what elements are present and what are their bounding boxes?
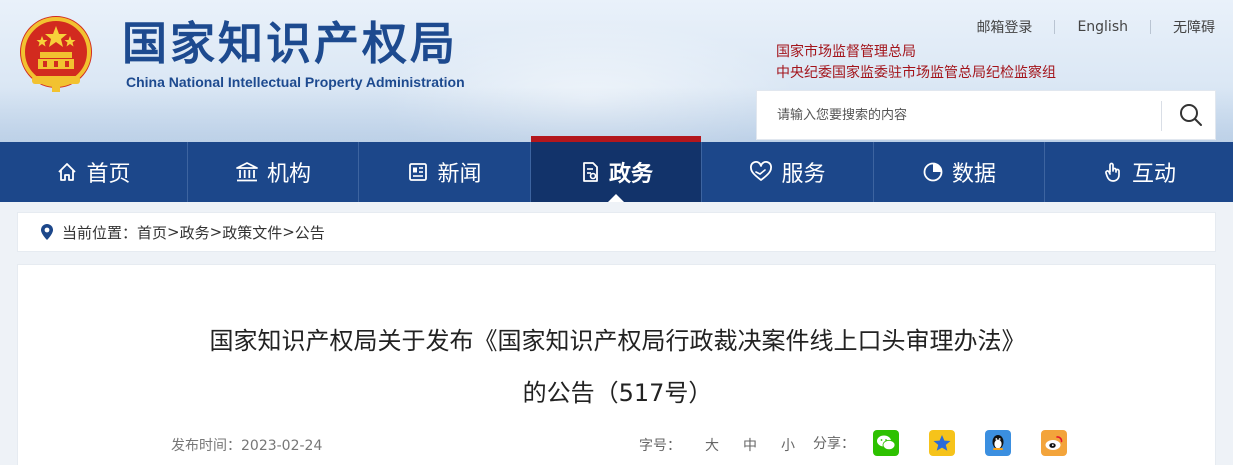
breadcrumb-separator: > (209, 223, 223, 241)
article-container: 国家知识产权局关于发布《国家知识产权局行政裁决案件线上口头审理办法》 的公告（5… (17, 264, 1216, 465)
breadcrumb-announcement[interactable]: 公告 (295, 222, 325, 243)
nav-item-label: 服务 (781, 162, 826, 187)
nav-item-home[interactable]: 首页 (0, 142, 188, 202)
search-button[interactable] (1167, 91, 1215, 139)
nav-item-government-affairs[interactable]: 政务 (531, 136, 702, 202)
font-size-controls: 字号： 大 中 小 (639, 435, 795, 455)
org-link-samr[interactable]: 国家市场监督管理总局 (776, 41, 916, 61)
publish-date: 发布时间：2023-02-24 (171, 435, 322, 455)
breadcrumb-prefix: 当前位置： (62, 223, 138, 242)
divider (1161, 101, 1162, 131)
search-input[interactable] (757, 91, 1157, 139)
government-affairs-icon (583, 162, 598, 182)
nav-item-label: 机构 (266, 162, 311, 187)
site-header: 国家知识产权局 China National Intellectual Prop… (0, 0, 1233, 142)
article-title-line1: 国家知识产权局关于发布《国家知识产权局行政裁决案件线上口头审理办法》 (209, 327, 1026, 355)
divider (1054, 20, 1056, 34)
weibo-share-button[interactable] (1041, 430, 1067, 456)
nav-item-interaction[interactable]: 互动 (1045, 142, 1233, 202)
divider (1150, 20, 1151, 34)
service-icon (750, 161, 773, 181)
nav-item-institution[interactable]: 机构 (188, 142, 359, 202)
font-size-small-button[interactable]: 小 (781, 435, 795, 455)
home-icon (58, 163, 77, 181)
breadcrumb-separator: > (167, 223, 180, 241)
share-controls: 分享： (813, 430, 1097, 456)
location-pin-icon (41, 224, 53, 240)
qq-penguin-icon (992, 435, 1004, 450)
institution-icon (236, 162, 258, 182)
weibo-icon (1045, 436, 1063, 450)
wechat-share-button[interactable] (873, 430, 899, 456)
data-pie-icon (923, 162, 943, 182)
wechat-icon (877, 435, 896, 451)
font-size-medium-button[interactable]: 中 (743, 435, 757, 455)
nav-item-label: 首页 (86, 162, 131, 187)
english-link[interactable]: English (1077, 19, 1128, 35)
site-subtitle: China National Intellectual Property Adm… (126, 74, 465, 90)
search-icon (1180, 104, 1202, 126)
nav-item-label: 互动 (1131, 162, 1176, 187)
search-box (756, 90, 1216, 140)
top-links: 邮箱登录 English 无障碍 (976, 17, 1215, 37)
site-title: 国家知识产权局 (122, 17, 459, 70)
interaction-hand-icon (1105, 162, 1120, 182)
share-label: 分享： (813, 436, 855, 452)
main-nav: 首页 机构 新闻 政务 服务 数据 互动 (0, 136, 1233, 202)
qzone-share-button[interactable] (929, 430, 955, 456)
org-link-discipline-inspection[interactable]: 中央纪委国家监委驻市场监管总局纪检监察组 (776, 62, 1056, 82)
font-size-label: 字号： (639, 438, 681, 454)
national-emblem-icon (20, 16, 92, 92)
nav-item-service[interactable]: 服务 (702, 142, 874, 202)
font-size-large-button[interactable]: 大 (705, 435, 719, 455)
qq-share-button[interactable] (985, 430, 1011, 456)
nav-item-news[interactable]: 新闻 (359, 142, 531, 202)
publish-label: 发布时间： (171, 438, 241, 454)
breadcrumb: 当前位置： 首页 > 政务 > 政策文件 > 公告 (17, 212, 1216, 252)
qzone-star-icon (933, 435, 951, 451)
publish-date-value: 2023-02-24 (241, 438, 323, 454)
breadcrumb-separator: > (282, 223, 295, 241)
article-title-line2: 的公告（517号） (522, 379, 713, 407)
breadcrumb-policy-documents[interactable]: 政策文件 (222, 222, 282, 243)
accessibility-link[interactable]: 无障碍 (1173, 17, 1215, 37)
mail-login-link[interactable]: 邮箱登录 (976, 17, 1032, 37)
nav-item-data[interactable]: 数据 (874, 142, 1045, 202)
nav-item-label: 新闻 (437, 162, 482, 187)
nav-item-label: 数据 (951, 162, 996, 187)
breadcrumb-home[interactable]: 首页 (137, 222, 167, 243)
breadcrumb-government-affairs[interactable]: 政务 (180, 222, 210, 243)
nav-item-label: 政务 (608, 162, 653, 187)
news-icon (409, 163, 428, 181)
